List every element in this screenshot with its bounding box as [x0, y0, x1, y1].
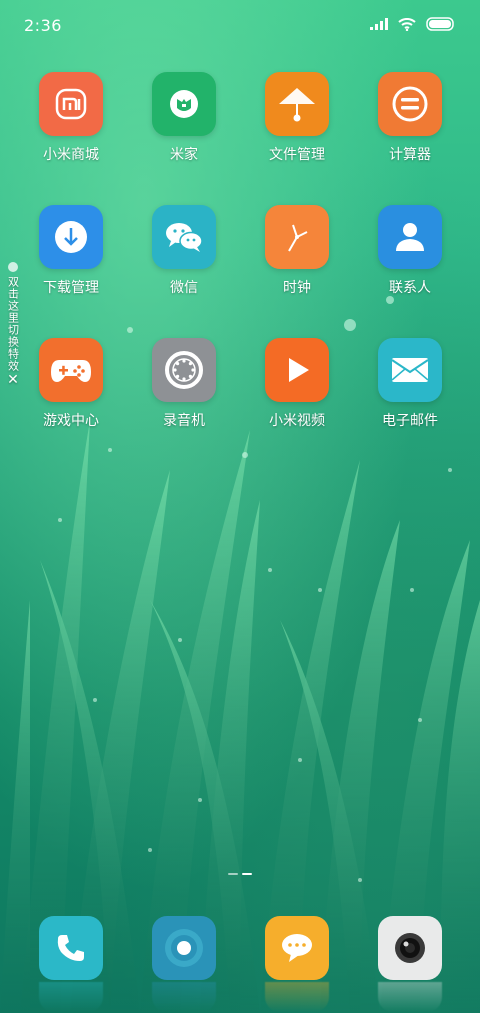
app-label: 小米商城 [43, 147, 99, 163]
app-game-center[interactable]: 游戏中心 [21, 338, 121, 430]
battery-icon [426, 17, 454, 31]
dock-phone[interactable] [21, 916, 121, 1012]
app-label: 游戏中心 [43, 413, 99, 429]
app-label: 时钟 [283, 280, 311, 296]
app-label: 微信 [170, 280, 198, 296]
game-center-icon [39, 338, 103, 402]
contacts-icon [378, 205, 442, 269]
app-label: 下载管理 [43, 280, 99, 296]
clock-icon [265, 205, 329, 269]
app-mi-store[interactable]: 小米商城 [21, 72, 121, 164]
page-dot-active[interactable] [242, 873, 252, 875]
hint-dot-icon [8, 262, 18, 272]
download-icon [39, 205, 103, 269]
signal-icon [370, 18, 388, 30]
app-email[interactable]: 电子邮件 [360, 338, 460, 430]
app-label: 文件管理 [269, 147, 325, 163]
email-icon [378, 338, 442, 402]
recorder-icon [152, 338, 216, 402]
dock [0, 916, 480, 1013]
app-mijia[interactable]: 米家 [134, 72, 234, 164]
dock-reflection [39, 982, 103, 1012]
app-wechat[interactable]: 微信 [134, 205, 234, 297]
app-clock[interactable]: 时钟 [247, 205, 347, 297]
dock-browser[interactable] [134, 916, 234, 1012]
app-label: 录音机 [163, 413, 205, 429]
dock-reflection [152, 982, 216, 1012]
messages-icon [265, 916, 329, 980]
app-recorder[interactable]: 录音机 [134, 338, 234, 430]
camera-icon [378, 916, 442, 980]
mijia-icon [152, 72, 216, 136]
mi-store-icon [39, 72, 103, 136]
phone-icon [39, 916, 103, 980]
page-dot[interactable] [228, 873, 238, 875]
dock-reflection [265, 982, 329, 1012]
video-icon [265, 338, 329, 402]
app-download[interactable]: 下载管理 [21, 205, 121, 297]
wechat-icon [152, 205, 216, 269]
app-mi-video[interactable]: 小米视频 [247, 338, 347, 430]
dock-reflection [378, 982, 442, 1012]
hint-close-icon[interactable]: ✕ [5, 373, 21, 387]
calculator-icon [378, 72, 442, 136]
app-contacts[interactable]: 联系人 [360, 205, 460, 297]
app-label: 电子邮件 [382, 413, 438, 429]
app-file-manager[interactable]: 文件管理 [247, 72, 347, 164]
status-time: 2:36 [24, 16, 62, 35]
browser-icon [152, 916, 216, 980]
file-manager-icon [265, 72, 329, 136]
effect-switch-hint[interactable]: 双击这里切换特效 ✕ [5, 262, 21, 387]
app-label: 计算器 [389, 147, 431, 163]
status-icons [370, 17, 456, 31]
app-label: 小米视频 [269, 413, 325, 429]
app-calculator[interactable]: 计算器 [360, 72, 460, 164]
app-label: 联系人 [389, 280, 431, 296]
hint-text: 双击这里切换特效 [6, 276, 20, 372]
status-bar: 2:36 [0, 0, 480, 52]
page-indicator[interactable] [0, 873, 480, 875]
dock-messages[interactable] [247, 916, 347, 1012]
app-label: 米家 [170, 147, 198, 163]
dock-camera[interactable] [360, 916, 460, 1012]
wifi-icon [398, 17, 416, 31]
